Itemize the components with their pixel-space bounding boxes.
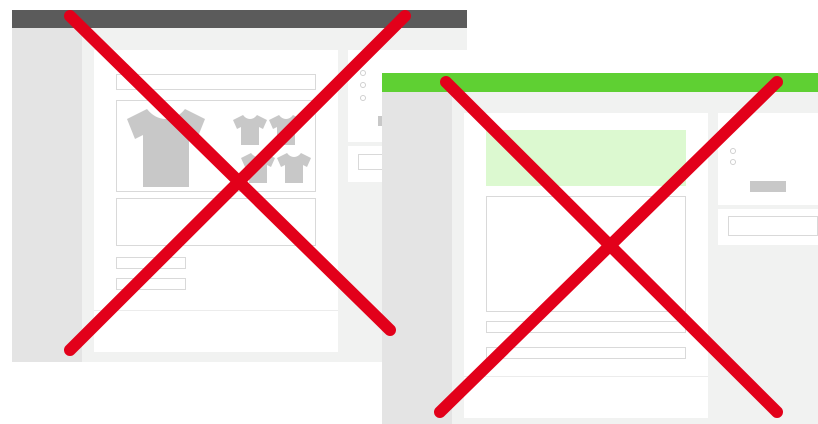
- right-radio-dot: [730, 148, 736, 154]
- right-panel-button: [750, 181, 786, 192]
- left-sidebar: [12, 28, 82, 362]
- right-option-field-2: [486, 347, 686, 359]
- right-panel-field: [728, 216, 818, 236]
- tshirt-small-icon: [277, 153, 311, 183]
- left-radio-dot: [360, 95, 366, 101]
- left-title-field: [116, 74, 316, 90]
- tshirt-small-icon: [241, 153, 275, 183]
- right-sidebar: [382, 92, 452, 424]
- right-radio-dot: [730, 159, 736, 165]
- right-footer-divider: [464, 376, 708, 377]
- tshirt-large-icon: [127, 109, 205, 187]
- tshirt-small-icon: [233, 115, 267, 145]
- right-content-box: [486, 196, 686, 312]
- left-description-box: [116, 198, 316, 246]
- left-radio-dot: [360, 70, 366, 76]
- right-highlight-box: [486, 130, 686, 186]
- tshirt-small-icon: [269, 115, 303, 145]
- right-layout-mockup: [382, 73, 818, 424]
- left-footer-divider: [94, 310, 338, 311]
- left-radio-dot: [360, 82, 366, 88]
- left-option-field-2: [116, 278, 186, 290]
- left-option-field-1: [116, 257, 186, 269]
- comparison-illustration: [0, 0, 818, 424]
- left-topbar: [12, 10, 467, 28]
- right-option-field-1: [486, 321, 686, 333]
- left-image-box: [116, 100, 316, 192]
- right-topbar: [382, 73, 818, 92]
